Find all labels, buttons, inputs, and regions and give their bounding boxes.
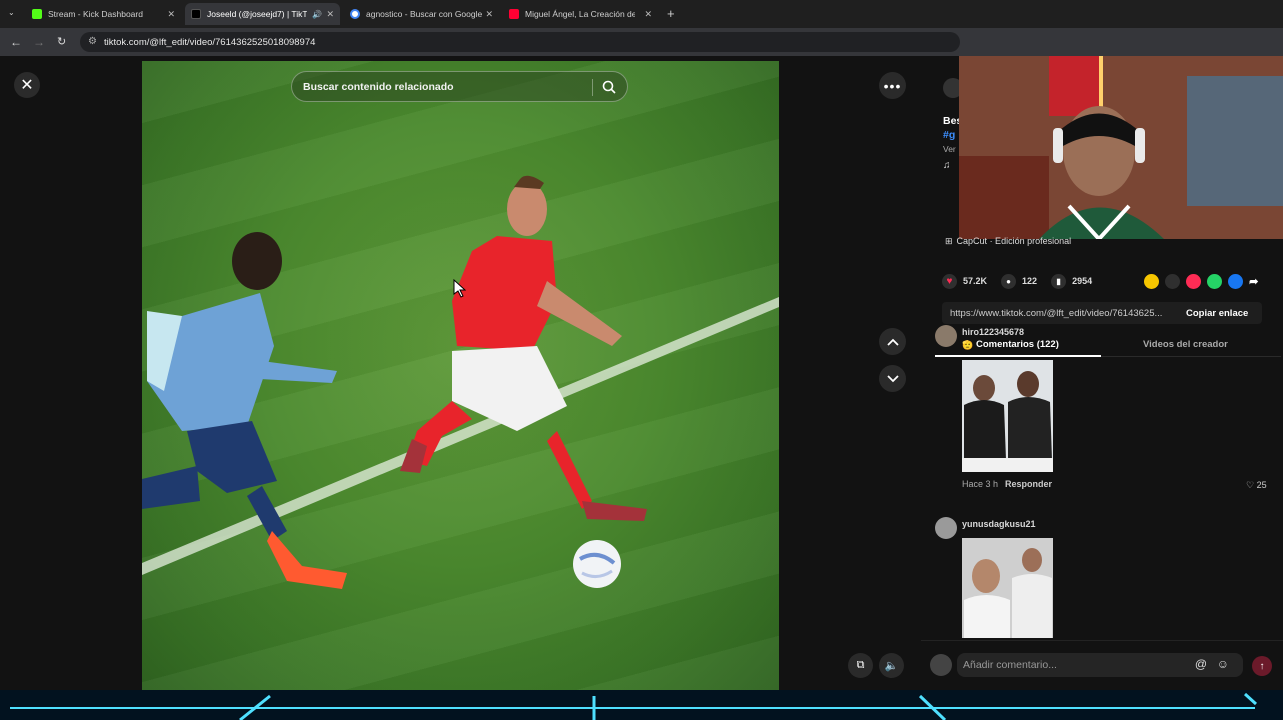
ellipsis-icon: ••• bbox=[883, 77, 902, 94]
save-button[interactable]: ▮ 2954 bbox=[1051, 273, 1093, 289]
tab-kick[interactable]: Stream - Kick Dashboard ✕ bbox=[26, 3, 181, 25]
browser-tab-bar: ⌄ Stream - Kick Dashboard ✕ Joseeld (@jo… bbox=[0, 0, 1283, 28]
music-note-icon: ♫ bbox=[943, 160, 951, 171]
related-search-placeholder: Buscar contenido relacionado bbox=[303, 80, 454, 93]
copy-link-row: https://www.tiktok.com/@lft_edit/video/7… bbox=[942, 302, 1262, 324]
tab-comments[interactable]: Comentarios (122) bbox=[976, 339, 1059, 350]
google-icon bbox=[350, 9, 360, 19]
webcam-scene bbox=[959, 56, 1283, 239]
like-button[interactable]: ♥ 57.2K bbox=[942, 273, 988, 289]
comment-image[interactable] bbox=[962, 360, 1053, 472]
music-label[interactable]: ⊞ CapCut · Edición profesional bbox=[945, 236, 1071, 247]
video-frame bbox=[142, 175, 779, 589]
audio-icon[interactable]: 🔊 bbox=[312, 10, 322, 19]
tab-google[interactable]: agnostico - Buscar con Google ✕ bbox=[344, 3, 499, 25]
comment-image[interactable] bbox=[962, 538, 1053, 638]
kick-icon bbox=[32, 9, 42, 19]
video-player[interactable]: Buscar contenido relacionado bbox=[142, 61, 779, 690]
caption-more[interactable]: Ver bbox=[943, 144, 956, 154]
heart-icon: ♥ bbox=[942, 273, 957, 289]
new-tab-icon[interactable]: + bbox=[667, 6, 675, 21]
comment-time: Hace 3 h bbox=[962, 479, 999, 489]
tiktok-icon bbox=[191, 9, 201, 19]
pip-button[interactable]: ⧉ bbox=[848, 653, 873, 678]
coin-icon[interactable] bbox=[1144, 273, 1160, 289]
blue-player bbox=[142, 232, 347, 589]
emoji-icon[interactable]: ☺ bbox=[1217, 657, 1229, 671]
mention-icon[interactable]: @ bbox=[1195, 657, 1207, 671]
tiktok-viewer: ✕ Buscar contenido relacionado ••• ⧉ 🔈 B… bbox=[0, 56, 1283, 690]
tab-active-indicator bbox=[935, 355, 1101, 357]
comment-icon: ● bbox=[1001, 273, 1017, 289]
youtube-icon bbox=[509, 9, 519, 19]
my-avatar bbox=[930, 654, 952, 676]
close-tab-icon[interactable]: ✕ bbox=[326, 9, 334, 20]
tab-tiktok[interactable]: Joseeld (@joseejd7) | TikTok 🔊 ✕ bbox=[185, 3, 340, 25]
red-player bbox=[400, 175, 647, 521]
caption-hashtag[interactable]: #g bbox=[943, 129, 955, 141]
chevron-up-icon bbox=[886, 338, 899, 346]
tab-creator-videos[interactable]: Videos del creador bbox=[1143, 339, 1228, 350]
tab-youtube[interactable]: Miguel Ángel, La Creación de Adán ✕ bbox=[503, 3, 658, 25]
copy-link-button[interactable]: Copiar enlace bbox=[1186, 308, 1248, 319]
post-comment-button[interactable]: ↑ bbox=[1252, 656, 1272, 676]
avatar[interactable] bbox=[935, 325, 957, 347]
comment-like-button[interactable]: ♡ 25 bbox=[1246, 480, 1267, 491]
mouse-cursor-icon bbox=[453, 279, 466, 298]
forward-icon[interactable]: → bbox=[33, 35, 45, 49]
comment-placeholder: Añadir comentario... bbox=[963, 659, 1057, 671]
related-search-field[interactable]: Buscar contenido relacionado bbox=[291, 71, 628, 102]
football bbox=[573, 540, 621, 588]
close-video-button[interactable]: ✕ bbox=[14, 72, 40, 98]
like-count: 57.2K bbox=[963, 276, 988, 286]
url-text: tiktok.com/@lft_edit/video/7614362525018… bbox=[104, 36, 316, 48]
chevron-down-icon bbox=[886, 374, 899, 382]
comment-count: 122 bbox=[1022, 276, 1038, 286]
close-tab-icon[interactable]: ✕ bbox=[167, 9, 175, 20]
url-field[interactable]: ⚙ tiktok.com/@lft_edit/video/76143625250… bbox=[80, 32, 960, 52]
bookmark-icon: ▮ bbox=[1051, 273, 1067, 289]
send-icon[interactable] bbox=[1186, 273, 1202, 289]
previous-video-button[interactable] bbox=[879, 328, 906, 355]
overlay-graphics bbox=[10, 692, 1258, 720]
address-bar-row: ← → ↻ ⚙ tiktok.com/@lft_edit/video/76143… bbox=[0, 28, 1283, 56]
video-link-text: https://www.tiktok.com/@lft_edit/video/7… bbox=[950, 308, 1163, 319]
comment-photo bbox=[962, 360, 1053, 472]
comment-input[interactable]: Añadir comentario... @ ☺ bbox=[957, 653, 1243, 677]
close-tab-icon[interactable]: ✕ bbox=[485, 9, 493, 20]
reload-icon[interactable]: ↻ bbox=[57, 35, 66, 48]
embed-icon[interactable] bbox=[1165, 273, 1181, 289]
action-row: ♥ 57.2K ● 122 ▮ 2954 ➦ bbox=[942, 272, 1258, 290]
comment-username[interactable]: yunusdagkusu21 bbox=[962, 519, 1036, 529]
whatsapp-icon[interactable] bbox=[1207, 273, 1223, 289]
tab-search-icon[interactable]: ⌄ bbox=[8, 8, 15, 17]
comment-photo bbox=[962, 538, 1053, 638]
more-options-button[interactable]: ••• bbox=[879, 72, 906, 99]
site-settings-icon[interactable]: ⚙ bbox=[88, 36, 97, 47]
comment-username[interactable]: hiro122345678 bbox=[962, 327, 1024, 337]
save-count: 2954 bbox=[1072, 276, 1093, 286]
volume-icon: 🔈 bbox=[884, 660, 899, 672]
close-tab-icon[interactable]: ✕ bbox=[644, 9, 652, 20]
heart-outline-icon: ♡ bbox=[1246, 480, 1255, 490]
search-icon[interactable] bbox=[602, 80, 616, 94]
next-video-button[interactable] bbox=[879, 365, 906, 392]
close-icon: ✕ bbox=[20, 77, 34, 94]
stream-overlay-frame bbox=[0, 690, 1283, 720]
avatar[interactable] bbox=[935, 517, 957, 539]
comment-button[interactable]: ● 122 bbox=[1001, 273, 1038, 289]
facebook-icon[interactable] bbox=[1228, 273, 1244, 289]
volume-button[interactable]: 🔈 bbox=[879, 653, 904, 678]
back-icon[interactable]: ← bbox=[10, 35, 22, 49]
capcut-icon: ⊞ bbox=[945, 236, 953, 246]
picture-in-picture-icon: ⧉ bbox=[856, 659, 865, 671]
reply-button[interactable]: Responder bbox=[1005, 479, 1052, 489]
arrow-up-icon: ↑ bbox=[1259, 660, 1265, 672]
comment-emoji: 🫡 bbox=[962, 340, 974, 350]
share-arrow-icon[interactable]: ➦ bbox=[1249, 275, 1258, 288]
search-divider bbox=[592, 79, 593, 96]
streamer-webcam bbox=[959, 56, 1283, 239]
